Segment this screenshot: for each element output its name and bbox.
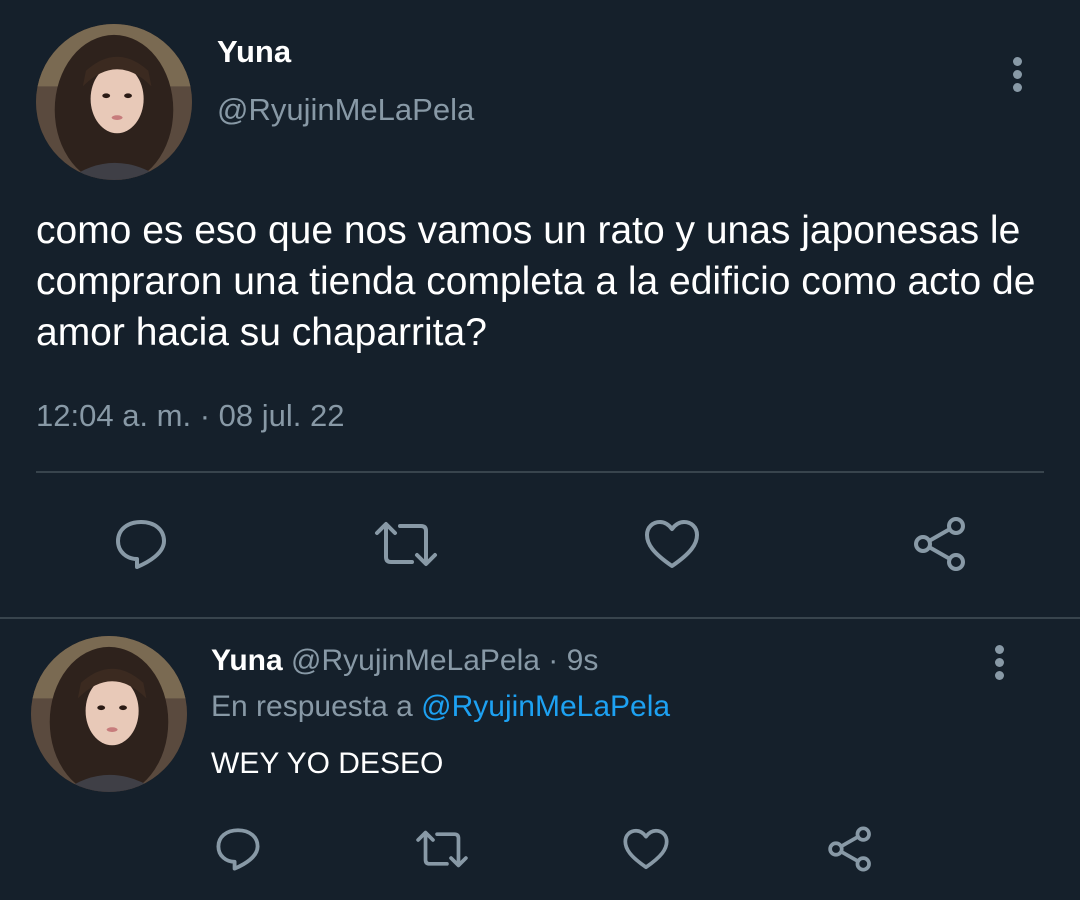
share-button[interactable]: [825, 825, 875, 873]
share-icon: [828, 826, 871, 872]
retweet-icon: [375, 522, 437, 566]
author-handle[interactable]: @RyujinMeLaPela: [291, 644, 540, 677]
tweet-age[interactable]: 9s: [567, 644, 599, 677]
avatar[interactable]: [36, 24, 192, 180]
reply-button[interactable]: [113, 517, 169, 571]
author-handle[interactable]: @RyujinMeLaPela: [217, 92, 474, 128]
like-button[interactable]: [643, 518, 701, 570]
author-name[interactable]: Yuna: [211, 644, 283, 677]
retweet-button[interactable]: [414, 829, 470, 869]
reply-icon: [216, 828, 260, 871]
divider: [0, 617, 1080, 619]
like-icon: [623, 828, 669, 870]
avatar[interactable]: [31, 636, 187, 792]
share-button[interactable]: [910, 515, 970, 573]
author-name[interactable]: Yuna: [217, 34, 291, 70]
replying-to-prefix: En respuesta a: [211, 690, 413, 723]
tweet-text: como es eso que nos vamos un rato y unas…: [36, 209, 1036, 354]
more-vertical-icon[interactable]: [1003, 57, 1031, 97]
replying-to: En respuesta a @RyujinMeLaPela: [211, 690, 670, 724]
tweet-text: WEY YO DESEO: [211, 747, 444, 780]
reply-button[interactable]: [214, 826, 262, 872]
reply-icon: [116, 520, 166, 569]
replying-to-link[interactable]: @RyujinMeLaPela: [421, 690, 670, 723]
like-button[interactable]: [622, 827, 670, 871]
like-icon: [645, 520, 699, 568]
retweet-icon: [416, 830, 468, 868]
avatar-image: [31, 636, 187, 792]
tweet-timestamp[interactable]: 12:04 a. m. · 08 jul. 22: [36, 398, 344, 434]
tweet-detail-page: Yuna @RyujinMeLaPela como es eso que nos…: [0, 0, 1080, 900]
separator-dot: ·: [548, 644, 559, 677]
retweet-button[interactable]: [372, 521, 440, 567]
divider: [36, 471, 1044, 473]
avatar-image: [36, 24, 192, 180]
more-vertical-icon[interactable]: [985, 645, 1013, 685]
main-tweet: Yuna @RyujinMeLaPela como es eso que nos…: [0, 0, 1080, 617]
share-icon: [914, 517, 965, 571]
reply-header: Yuna @RyujinMeLaPela · 9s: [211, 644, 598, 678]
